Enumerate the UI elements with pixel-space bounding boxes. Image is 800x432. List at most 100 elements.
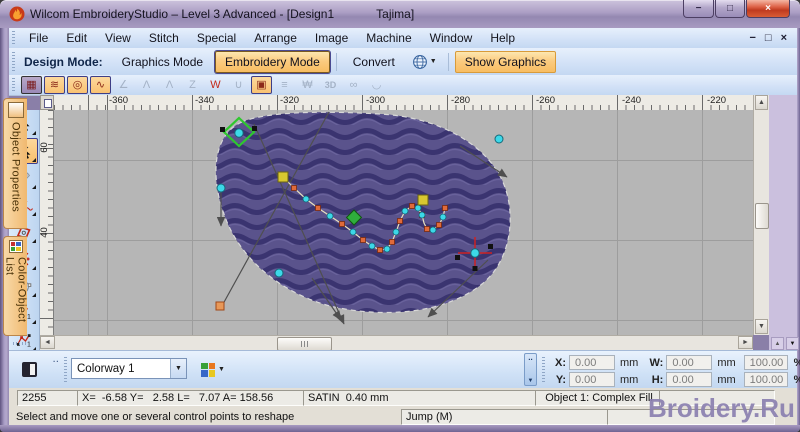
design-canvas[interactable] — [54, 110, 753, 335]
menu-view[interactable]: View — [96, 29, 140, 47]
minimize-button[interactable]: − — [683, 0, 714, 18]
dock-scroll-up-icon[interactable]: ▲ — [771, 337, 784, 350]
menu-window[interactable]: Window — [421, 29, 482, 47]
y-label: Y: — [555, 373, 566, 386]
design-view-button[interactable] — [15, 355, 43, 383]
toolbar-overflow-button[interactable]: .. ▼ — [524, 353, 537, 386]
menu-stitch[interactable]: Stitch — [140, 29, 188, 47]
zigzag-fill-icon[interactable]: ∿ — [90, 76, 111, 94]
stitch-type-info: SATIN 0.40 mm — [303, 390, 539, 406]
effect-3d-icon[interactable]: 3D — [320, 76, 341, 94]
scroll-left-icon[interactable]: ◄ — [40, 336, 55, 349]
toolbox-overflow-grip[interactable] — [9, 338, 39, 348]
x-field: 0.00 — [569, 355, 615, 370]
separator — [335, 52, 337, 71]
design-mode-toolbar: Design Mode: Graphics Mode Embroidery Mo… — [9, 48, 797, 76]
toolbar-grip[interactable] — [12, 31, 15, 45]
fusion-fill-b-icon[interactable]: Λ — [159, 76, 180, 94]
thread-colors-button[interactable]: ▼ — [197, 358, 243, 381]
scale-w-field: 100.00 — [743, 355, 788, 370]
menu-bar: File Edit View Stitch Special Arrange Im… — [9, 28, 797, 49]
scroll-right-icon[interactable]: ► — [738, 336, 753, 349]
h-unit: mm — [717, 373, 736, 386]
toolbar-grip[interactable] — [12, 78, 15, 92]
tatami-fill-icon[interactable]: ≋ — [44, 76, 65, 94]
menu-special[interactable]: Special — [188, 29, 245, 47]
toolbar-overflow-dots[interactable]: .. — [53, 355, 59, 364]
maximize-button[interactable]: □ — [715, 0, 745, 18]
colorway-select[interactable]: Colorway 1 ▼ — [71, 358, 187, 379]
window-title: Wilcom EmbroideryStudio – Level 3 Advanc… — [30, 7, 415, 21]
toolbar-grip[interactable] — [12, 52, 15, 71]
stitch-texture — [215, 112, 511, 313]
window-border-bottom — [0, 425, 800, 432]
mdi-restore-button[interactable]: □ — [765, 32, 772, 44]
convert-button[interactable]: Convert — [343, 51, 405, 73]
toolbar-grip[interactable] — [542, 357, 545, 383]
vertical-scroll-thumb[interactable] — [755, 203, 769, 229]
skew-stitch-icon[interactable]: Z — [182, 76, 203, 94]
colorway-toolbar: .. Colorway 1 ▼ ▼ .. ▼ X: 0.00 mm W: 0.0… — [9, 350, 800, 389]
vertical-scrollbar[interactable]: ▲ ▼ — [753, 95, 769, 335]
scroll-up-icon[interactable]: ▲ — [755, 95, 768, 110]
close-button[interactable]: × — [746, 0, 790, 18]
scroll-down-icon[interactable]: ▼ — [755, 319, 768, 334]
globe-hoop-button[interactable]: ▼ — [406, 51, 443, 73]
ruler-origin-button[interactable] — [40, 95, 54, 110]
menu-file[interactable]: File — [20, 29, 57, 47]
tab-color-object-list[interactable]: Color-Object List — [3, 236, 28, 336]
y-unit: mm — [620, 373, 639, 386]
palette-dropdown-icon[interactable]: ▼ — [218, 366, 225, 373]
hint-message: Select and move one or several control p… — [16, 411, 295, 423]
texture-stitch-icon[interactable]: ₩ — [297, 76, 318, 94]
mdi-minimize-button[interactable]: − — [749, 32, 755, 44]
parallel-fill-icon[interactable]: ▦ — [21, 76, 42, 94]
loop-stitch-icon[interactable]: ∪ — [228, 76, 249, 94]
embroidery-mode-button[interactable]: Embroidery Mode — [215, 50, 330, 73]
menu-arrange[interactable]: Arrange — [245, 29, 306, 47]
tab-object-properties[interactable]: Object Properties — [3, 98, 27, 229]
menu-help[interactable]: Help — [481, 29, 524, 47]
toolbar-grip[interactable] — [64, 357, 67, 383]
glasses-icon[interactable]: ∞ — [343, 76, 364, 94]
line-spacing-icon[interactable]: ≡ — [274, 76, 295, 94]
scale-h-percent: % — [794, 374, 800, 386]
film-icon — [21, 361, 37, 377]
colorway-dropdown-icon[interactable]: ▼ — [170, 359, 186, 378]
trim-icon[interactable]: ◡ — [366, 76, 387, 94]
horizontal-ruler: -360 -340 -320 -300 -280 -260 -240 -220 — [54, 95, 753, 111]
mdi-close-button[interactable]: × — [781, 32, 787, 44]
vertical-ruler: 60 40 — [39, 110, 54, 335]
pointer-coordinates: X= -6.58 Y= 2.58 L= 7.07 A= 158.56 — [77, 390, 307, 406]
design-mode-label: Design Mode: — [24, 54, 103, 69]
h-label: H: — [651, 373, 664, 386]
menu-machine[interactable]: Machine — [357, 29, 420, 47]
x-unit: mm — [620, 356, 639, 369]
show-graphics-button[interactable]: Show Graphics — [454, 50, 557, 73]
scale-w-percent: % — [794, 357, 800, 369]
palette-icon — [201, 362, 215, 377]
menu-edit[interactable]: Edit — [57, 29, 96, 47]
globe-dropdown-arrow-icon[interactable]: ▼ — [430, 58, 437, 65]
app-logo-flame-icon — [9, 6, 25, 22]
title-bar[interactable]: Wilcom EmbroideryStudio – Level 3 Advanc… — [0, 0, 800, 29]
horizontal-scroll-thumb[interactable] — [277, 337, 332, 351]
x-label: X: — [555, 356, 566, 369]
pattern-stamp-icon[interactable]: ▣ — [251, 76, 272, 94]
string-stitch-icon[interactable]: W — [205, 76, 226, 94]
horizontal-scrollbar[interactable]: ◄ ► — [40, 335, 753, 351]
stitch-count: 2255 — [17, 390, 81, 406]
separator — [447, 52, 449, 71]
direction-node-2 — [417, 194, 429, 206]
scale-h-field: 100.00 — [743, 372, 788, 387]
contour-stitch-icon[interactable]: ∠ — [113, 76, 134, 94]
y-field: 0.00 — [569, 372, 615, 387]
dock-scroll-down-icon[interactable]: ▼ — [786, 337, 799, 350]
fusion-fill-a-icon[interactable]: Λ — [136, 76, 157, 94]
w-label: W: — [649, 356, 664, 369]
direction-node-1 — [277, 171, 289, 183]
motif-fill-icon[interactable]: ◎ — [67, 76, 88, 94]
menu-image[interactable]: Image — [306, 29, 357, 47]
stitch-toolbar: ▦ ≋ ◎ ∿ ∠ Λ Λ Z W ∪ ▣ ≡ ₩ 3D ∞ ◡ — [9, 75, 797, 96]
graphics-mode-button[interactable]: Graphics Mode — [112, 51, 213, 73]
